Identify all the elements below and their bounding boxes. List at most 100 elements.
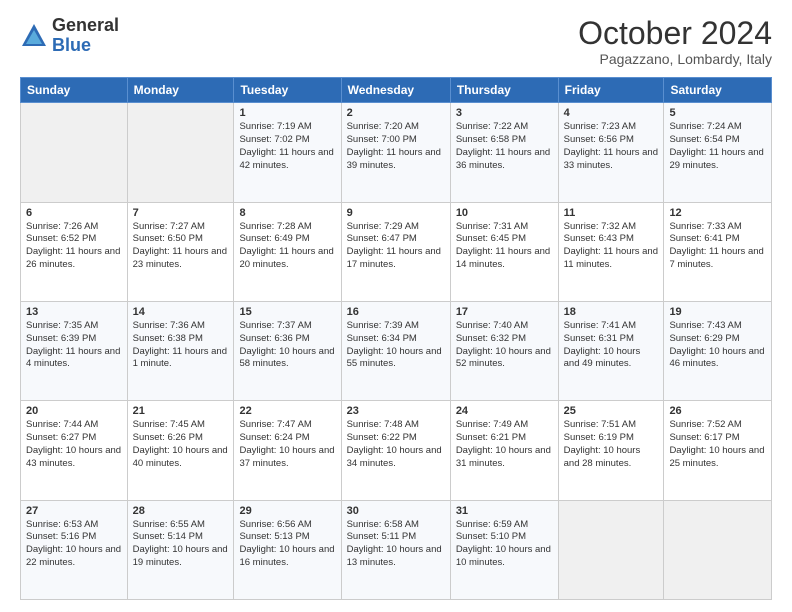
col-saturday: Saturday (664, 78, 772, 103)
cell-content: Sunrise: 7:27 AMSunset: 6:50 PMDaylight:… (133, 221, 229, 272)
day-number: 19 (669, 306, 766, 318)
day-number: 16 (347, 306, 445, 318)
month-title: October 2024 (578, 16, 772, 51)
table-row: 11 Sunrise: 7:32 AMSunset: 6:43 PMDayligh… (558, 202, 664, 301)
cell-content: Sunrise: 7:52 AMSunset: 6:17 PMDaylight:… (669, 419, 766, 470)
day-number: 29 (239, 505, 335, 517)
cell-content: Sunrise: 7:24 AMSunset: 6:54 PMDaylight:… (669, 121, 766, 172)
day-number: 11 (564, 207, 659, 219)
table-row: 22 Sunrise: 7:47 AMSunset: 6:24 PMDayligh… (234, 401, 341, 500)
cell-content: Sunrise: 6:55 AMSunset: 5:14 PMDaylight:… (133, 519, 229, 570)
cell-content: Sunrise: 7:37 AMSunset: 6:36 PMDaylight:… (239, 320, 335, 371)
day-number: 6 (26, 207, 122, 219)
table-row: 12 Sunrise: 7:33 AMSunset: 6:41 PMDayligh… (664, 202, 772, 301)
day-number: 14 (133, 306, 229, 318)
cell-content: Sunrise: 6:58 AMSunset: 5:11 PMDaylight:… (347, 519, 445, 570)
day-number: 1 (239, 107, 335, 119)
day-number: 26 (669, 405, 766, 417)
col-sunday: Sunday (21, 78, 128, 103)
day-number: 27 (26, 505, 122, 517)
table-row: 21Sunrise: 7:45 AMSunset: 6:26 PMDayligh… (127, 401, 234, 500)
day-number: 10 (456, 207, 553, 219)
col-thursday: Thursday (450, 78, 558, 103)
table-row: 25 Sunrise: 7:51 AMSunset: 6:19 PMDayligh… (558, 401, 664, 500)
table-row (21, 103, 128, 202)
cell-content: Sunrise: 7:33 AMSunset: 6:41 PMDaylight:… (669, 221, 766, 272)
cell-content: Sunrise: 7:43 AMSunset: 6:29 PMDaylight:… (669, 320, 766, 371)
cell-content: Sunrise: 7:45 AMSunset: 6:26 PMDaylight:… (133, 419, 229, 470)
table-row: 6 Sunrise: 7:26 AMSunset: 6:52 PMDaylight… (21, 202, 128, 301)
day-number: 17 (456, 306, 553, 318)
table-row: 3Sunrise: 7:22 AMSunset: 6:58 PMDaylight… (450, 103, 558, 202)
cell-content: Sunrise: 7:44 AMSunset: 6:27 PMDaylight:… (26, 419, 122, 470)
cell-content: Sunrise: 7:39 AMSunset: 6:34 PMDaylight:… (347, 320, 445, 371)
table-row: 1 Sunrise: 7:19 AMSunset: 7:02 PMDaylight… (234, 103, 341, 202)
cell-content: Sunrise: 7:23 AMSunset: 6:56 PMDaylight:… (564, 121, 659, 172)
table-row: 4Sunrise: 7:23 AMSunset: 6:56 PMDaylight… (558, 103, 664, 202)
logo: General Blue (20, 16, 119, 56)
table-row: 18 Sunrise: 7:41 AMSunset: 6:31 PMDayligh… (558, 301, 664, 400)
table-row: 13Sunrise: 7:35 AMSunset: 6:39 PMDayligh… (21, 301, 128, 400)
cell-content: Sunrise: 7:51 AMSunset: 6:19 PMDaylight:… (564, 419, 659, 470)
table-row (558, 500, 664, 599)
calendar-week-3: 13Sunrise: 7:35 AMSunset: 6:39 PMDayligh… (21, 301, 772, 400)
table-row (664, 500, 772, 599)
table-row: 14 Sunrise: 7:36 AMSunset: 6:38 PMDayligh… (127, 301, 234, 400)
col-wednesday: Wednesday (341, 78, 450, 103)
cell-content: Sunrise: 7:47 AMSunset: 6:24 PMDaylight:… (239, 419, 335, 470)
logo-general-text: General (52, 15, 119, 35)
day-number: 18 (564, 306, 659, 318)
cell-content: Sunrise: 7:48 AMSunset: 6:22 PMDaylight:… (347, 419, 445, 470)
calendar-week-5: 27 Sunrise: 6:53 AMSunset: 5:16 PMDayligh… (21, 500, 772, 599)
header: General Blue October 2024 Pagazzano, Lom… (20, 16, 772, 67)
cell-content: Sunrise: 7:22 AMSunset: 6:58 PMDaylight:… (456, 121, 553, 172)
title-block: October 2024 Pagazzano, Lombardy, Italy (578, 16, 772, 67)
calendar-table: Sunday Monday Tuesday Wednesday Thursday… (20, 77, 772, 600)
day-number: 15 (239, 306, 335, 318)
cell-content: Sunrise: 6:59 AMSunset: 5:10 PMDaylight:… (456, 519, 553, 570)
day-number: 2 (347, 107, 445, 119)
table-row: 17 Sunrise: 7:40 AMSunset: 6:32 PMDayligh… (450, 301, 558, 400)
cell-content: Sunrise: 7:26 AMSunset: 6:52 PMDaylight:… (26, 221, 122, 272)
calendar-week-1: 1 Sunrise: 7:19 AMSunset: 7:02 PMDaylight… (21, 103, 772, 202)
col-monday: Monday (127, 78, 234, 103)
day-number: 30 (347, 505, 445, 517)
cell-content: Sunrise: 7:20 AMSunset: 7:00 PMDaylight:… (347, 121, 445, 172)
day-number: 8 (239, 207, 335, 219)
calendar-week-4: 20 Sunrise: 7:44 AMSunset: 6:27 PMDayligh… (21, 401, 772, 500)
day-number: 25 (564, 405, 659, 417)
day-number: 12 (669, 207, 766, 219)
cell-content: Sunrise: 7:49 AMSunset: 6:21 PMDaylight:… (456, 419, 553, 470)
table-row: 30 Sunrise: 6:58 AMSunset: 5:11 PMDayligh… (341, 500, 450, 599)
day-number: 24 (456, 405, 553, 417)
cell-content: Sunrise: 7:40 AMSunset: 6:32 PMDaylight:… (456, 320, 553, 371)
cell-content: Sunrise: 6:56 AMSunset: 5:13 PMDaylight:… (239, 519, 335, 570)
table-row: 2 Sunrise: 7:20 AMSunset: 7:00 PMDaylight… (341, 103, 450, 202)
location-subtitle: Pagazzano, Lombardy, Italy (578, 51, 772, 67)
day-number: 7 (133, 207, 229, 219)
table-row: 10Sunrise: 7:31 AMSunset: 6:45 PMDayligh… (450, 202, 558, 301)
cell-content: Sunrise: 7:28 AMSunset: 6:49 PMDaylight:… (239, 221, 335, 272)
cell-content: Sunrise: 7:36 AMSunset: 6:38 PMDaylight:… (133, 320, 229, 371)
table-row: 19 Sunrise: 7:43 AMSunset: 6:29 PMDayligh… (664, 301, 772, 400)
day-number: 20 (26, 405, 122, 417)
table-row: 16 Sunrise: 7:39 AMSunset: 6:34 PMDayligh… (341, 301, 450, 400)
table-row: 9Sunrise: 7:29 AMSunset: 6:47 PMDaylight… (341, 202, 450, 301)
table-row: 26 Sunrise: 7:52 AMSunset: 6:17 PMDayligh… (664, 401, 772, 500)
cell-content: Sunrise: 7:32 AMSunset: 6:43 PMDaylight:… (564, 221, 659, 272)
day-number: 22 (239, 405, 335, 417)
table-row: 29 Sunrise: 6:56 AMSunset: 5:13 PMDayligh… (234, 500, 341, 599)
table-row (127, 103, 234, 202)
day-number: 5 (669, 107, 766, 119)
table-row: 20 Sunrise: 7:44 AMSunset: 6:27 PMDayligh… (21, 401, 128, 500)
calendar-header-row: Sunday Monday Tuesday Wednesday Thursday… (21, 78, 772, 103)
cell-content: Sunrise: 7:19 AMSunset: 7:02 PMDaylight:… (239, 121, 335, 172)
day-number: 31 (456, 505, 553, 517)
logo-icon (20, 22, 48, 50)
cell-content: Sunrise: 6:53 AMSunset: 5:16 PMDaylight:… (26, 519, 122, 570)
calendar-week-2: 6 Sunrise: 7:26 AMSunset: 6:52 PMDaylight… (21, 202, 772, 301)
day-number: 23 (347, 405, 445, 417)
col-friday: Friday (558, 78, 664, 103)
cell-content: Sunrise: 7:41 AMSunset: 6:31 PMDaylight:… (564, 320, 659, 371)
cell-content: Sunrise: 7:35 AMSunset: 6:39 PMDaylight:… (26, 320, 122, 371)
